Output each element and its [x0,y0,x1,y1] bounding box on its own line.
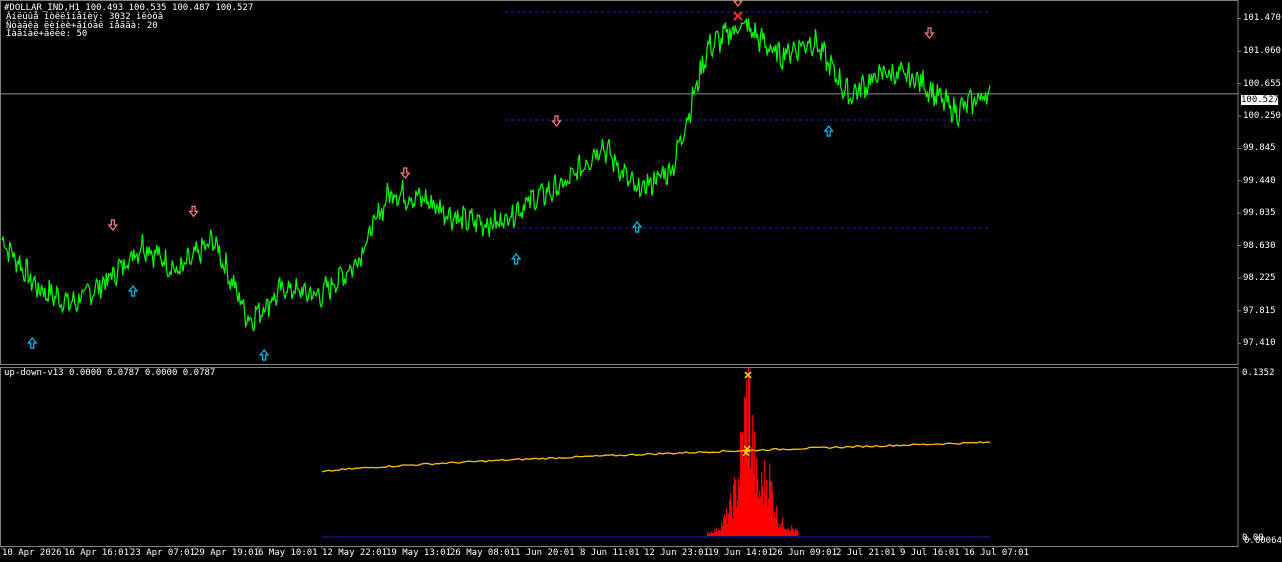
up-arrow-icon [631,221,643,233]
price-tick: 98.630 [1243,240,1276,251]
up-arrow-icon [258,349,270,361]
up-arrow-icon [127,285,139,297]
time-tick: 1 Jun 20:01 [515,548,575,558]
time-tick: 26 Jun 09:01 [772,548,838,558]
up-arrow-icon [823,125,834,137]
time-tick: 9 Jul 16:01 [900,548,960,558]
down-arrow-icon [107,219,119,231]
time-tick: 6 May 10:01 [258,548,318,558]
price-tick: 99.035 [1243,208,1276,219]
indicator-bottom-tick-b: 0.00064 [1244,536,1282,546]
price-tick: 101.060 [1243,46,1281,57]
price-tick: 100.250 [1243,111,1281,121]
time-tick: 16 Apr 16:01 [64,548,130,558]
up-arrow-icon [510,253,522,265]
down-arrow-icon [551,115,562,127]
price-tick: 97.410 [1243,338,1276,349]
chart-canvas [0,0,1241,549]
price-tick: 98.225 [1243,273,1276,283]
time-tick: 12 May 22:01 [322,548,388,558]
price-tick: 99.440 [1243,175,1276,186]
time-tick: 19 May 13:01 [386,548,452,558]
indicator-frame [0,367,1239,547]
indicator-top-tick: 0.1352 [1242,368,1275,378]
time-tick: 29 Apr 19:01 [194,548,260,558]
current-price-tag: 100.527 [1241,95,1279,105]
peak-marker-icon [733,11,743,21]
time-tick: 10 Apr 2026 [2,548,62,558]
time-tick: 26 May 08:01 [450,548,516,558]
indicator-line [321,441,991,473]
info-line-3: Ìàãíàë+âëèè: 50 [6,29,88,39]
down-arrow-icon [188,205,199,218]
time-tick: 23 Apr 07:01 [130,548,196,558]
down-arrow-icon [924,27,935,39]
indicator-marker-icon [744,371,752,379]
time-tick: 19 Jun 14:01 [708,548,774,558]
main-frame [0,0,1239,365]
indicator-label: up-down-v13 0.0000 0.0787 0.0000 0.0787 [4,368,216,378]
price-tick: 97.815 [1243,305,1276,316]
price-line [1,17,991,332]
time-tick: 2 Jul 21:01 [836,548,896,558]
price-tick: 99.845 [1243,143,1276,154]
time-tick: 16 Jul 07:01 [964,548,1030,558]
up-arrow-icon [26,337,38,349]
down-arrow-icon [400,167,411,179]
time-tick: 8 Jun 11:01 [580,548,640,558]
time-tick: 12 Jun 23:01 [644,548,710,558]
price-tick: 101.470 [1243,13,1281,24]
price-tick: 100.655 [1243,78,1281,89]
